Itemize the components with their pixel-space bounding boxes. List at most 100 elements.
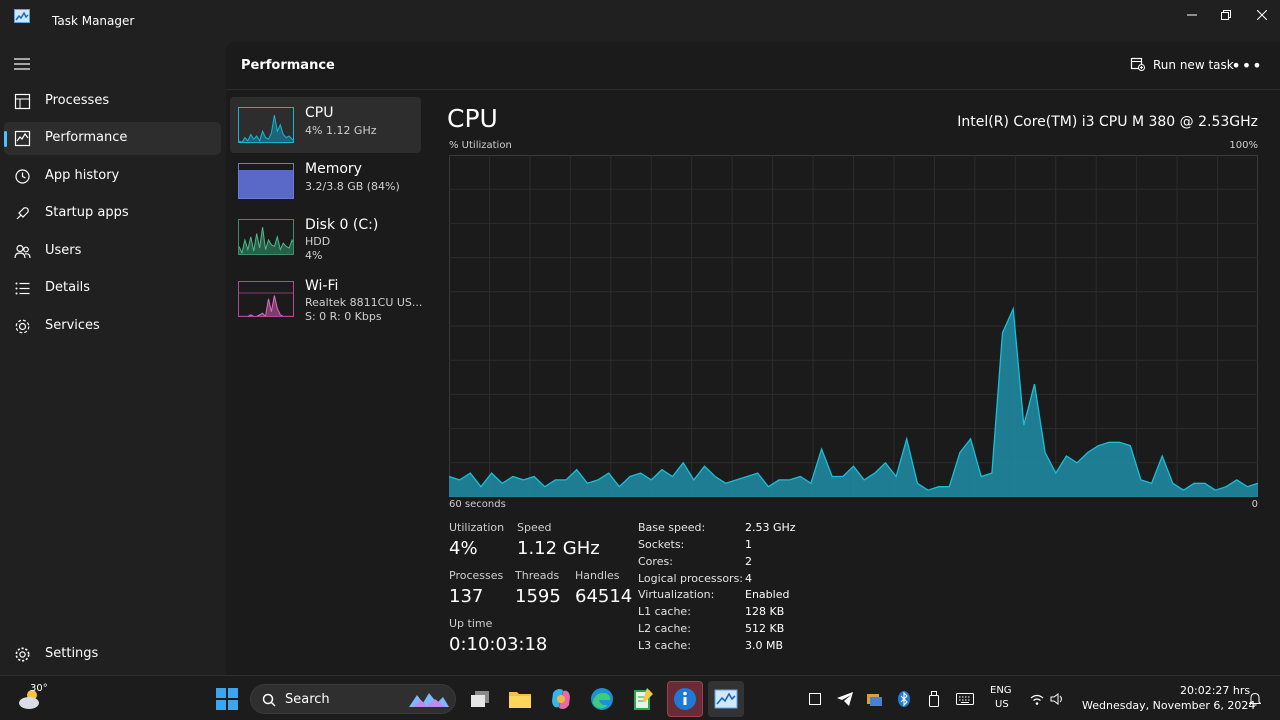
handles-label: Handles bbox=[575, 569, 620, 582]
handles-value: 64514 bbox=[575, 586, 633, 607]
memory-thumbnail-graph bbox=[238, 163, 294, 199]
language-code[interactable]: ENG bbox=[990, 685, 1012, 696]
users-icon bbox=[14, 243, 31, 260]
page-title: Performance bbox=[241, 58, 335, 73]
close-button[interactable] bbox=[1244, 0, 1280, 30]
cpu-model-name: Intel(R) Core(TM) i3 CPU M 380 @ 2.53GHz bbox=[957, 114, 1258, 130]
spec-key: L1 cache: bbox=[638, 605, 691, 618]
uptime-label: Up time bbox=[449, 617, 493, 630]
nav-details[interactable]: Details bbox=[4, 272, 221, 305]
details-icon bbox=[14, 280, 31, 297]
nav-settings[interactable]: Settings bbox=[4, 638, 221, 670]
detail-title: CPU bbox=[447, 104, 498, 133]
resource-disk[interactable]: Disk 0 (C:) HDD 4% bbox=[230, 209, 421, 271]
resource-memory[interactable]: Memory 3.2/3.8 GB (84%) bbox=[230, 153, 421, 209]
task-manager-taskbar-button[interactable] bbox=[708, 681, 744, 717]
edge-browser-button[interactable] bbox=[588, 685, 616, 713]
graph-x-label: 60 seconds bbox=[449, 499, 506, 510]
resource-sub: 4% 1.12 GHz bbox=[305, 124, 377, 137]
startup-icon bbox=[14, 205, 31, 222]
run-task-icon bbox=[1130, 56, 1145, 74]
nav-startup-apps[interactable]: Startup apps bbox=[4, 197, 221, 230]
telegram-icon[interactable] bbox=[833, 685, 857, 713]
spec-key: Virtualization: bbox=[638, 588, 715, 601]
notification-bell-icon[interactable] bbox=[1244, 685, 1266, 713]
spec-value: 4 bbox=[745, 572, 752, 585]
task-view-button[interactable] bbox=[466, 685, 494, 713]
spec-key: L3 cache: bbox=[638, 639, 691, 652]
performance-icon bbox=[14, 130, 31, 147]
spec-key: Logical processors: bbox=[638, 572, 744, 585]
windows-logo-icon bbox=[216, 688, 238, 710]
spec-value: 2.53 GHz bbox=[745, 521, 796, 534]
nav-label: Users bbox=[45, 243, 82, 258]
nav-app-history[interactable]: App history bbox=[4, 160, 221, 193]
gear-icon bbox=[14, 646, 31, 663]
speed-label: Speed bbox=[517, 521, 552, 534]
info-app-button[interactable] bbox=[667, 681, 703, 717]
minimize-button[interactable] bbox=[1174, 0, 1210, 30]
resource-cpu[interactable]: CPU 4% 1.12 GHz bbox=[230, 97, 421, 153]
nav-services[interactable]: Services bbox=[4, 310, 221, 343]
resource-name: Wi-Fi bbox=[305, 278, 339, 294]
nav-label: Performance bbox=[45, 130, 128, 145]
nav-performance[interactable]: Performance bbox=[4, 122, 221, 155]
task-view-icon bbox=[471, 691, 489, 707]
wifi-thumbnail-graph bbox=[238, 281, 294, 317]
resource-sub: S: 0 R: 0 Kbps bbox=[305, 310, 382, 323]
copilot-button[interactable] bbox=[547, 685, 575, 713]
nav-label: Startup apps bbox=[45, 205, 129, 220]
file-explorer-button[interactable] bbox=[506, 685, 534, 713]
nav-processes[interactable]: Processes bbox=[4, 85, 221, 118]
processes-value: 137 bbox=[449, 586, 484, 607]
usb-device-icon[interactable] bbox=[922, 685, 946, 713]
keyboard-icon[interactable] bbox=[952, 685, 978, 713]
utilization-value: 4% bbox=[449, 538, 478, 559]
taskbar-search-box[interactable]: Search bbox=[250, 684, 456, 714]
hamburger-menu-icon[interactable] bbox=[14, 56, 32, 70]
spec-key: L2 cache: bbox=[638, 622, 691, 635]
info-icon bbox=[674, 688, 696, 710]
speed-value: 1.12 GHz bbox=[517, 538, 600, 559]
bluetooth-icon[interactable] bbox=[892, 685, 916, 713]
edge-icon bbox=[591, 688, 613, 710]
spec-value: 2 bbox=[745, 555, 752, 568]
resource-wifi[interactable]: Wi-Fi Realtek 8811CU US... S: 0 R: 0 Kbp… bbox=[230, 271, 423, 333]
sidebar: Processes Performance App history Startu… bbox=[0, 42, 226, 675]
tray-app-icon[interactable] bbox=[862, 685, 886, 713]
start-button[interactable] bbox=[213, 685, 241, 713]
resource-name: Memory bbox=[305, 161, 362, 177]
folder-icon bbox=[509, 692, 531, 708]
clock-time[interactable]: 20:02:27 hrs bbox=[1180, 684, 1250, 697]
run-new-task-button[interactable]: Run new task bbox=[1124, 52, 1240, 78]
graph-x-min: 0 bbox=[1251, 499, 1258, 510]
spec-value: 1 bbox=[745, 538, 752, 551]
restore-button[interactable] bbox=[1208, 0, 1244, 30]
volume-icon[interactable] bbox=[1046, 685, 1068, 713]
notepad-button[interactable] bbox=[629, 685, 657, 713]
resource-sub: Realtek 8811CU US... bbox=[305, 296, 423, 309]
thumbnail-area bbox=[239, 115, 293, 142]
main-panel: Performance Run new task ••• CPU 4% 1.12… bbox=[226, 42, 1280, 675]
run-task-label: Run new task bbox=[1153, 58, 1234, 72]
header-divider bbox=[226, 89, 1280, 90]
spec-value: 512 KB bbox=[745, 622, 785, 635]
uptime-value: 0:10:03:18 bbox=[449, 634, 548, 655]
wifi-icon[interactable] bbox=[1026, 685, 1048, 713]
search-icon bbox=[262, 693, 276, 707]
threads-value: 1595 bbox=[515, 586, 561, 607]
thumbnail-area bbox=[239, 227, 293, 254]
thumbnail-area bbox=[248, 295, 283, 316]
spec-key: Cores: bbox=[638, 555, 673, 568]
nav-users[interactable]: Users bbox=[4, 235, 221, 268]
graph-y-max: 100% bbox=[1229, 140, 1258, 151]
clock-date[interactable]: Wednesday, November 6, 2024 bbox=[1082, 699, 1255, 712]
processes-label: Processes bbox=[449, 569, 504, 582]
settings-label: Settings bbox=[45, 646, 99, 661]
resource-sub: 4% bbox=[305, 249, 323, 262]
tray-window-icon[interactable] bbox=[803, 685, 827, 713]
language-region[interactable]: US bbox=[995, 699, 1009, 710]
copilot-icon bbox=[552, 689, 570, 709]
spec-key: Sockets: bbox=[638, 538, 685, 551]
more-options-button[interactable]: ••• bbox=[1231, 54, 1262, 76]
